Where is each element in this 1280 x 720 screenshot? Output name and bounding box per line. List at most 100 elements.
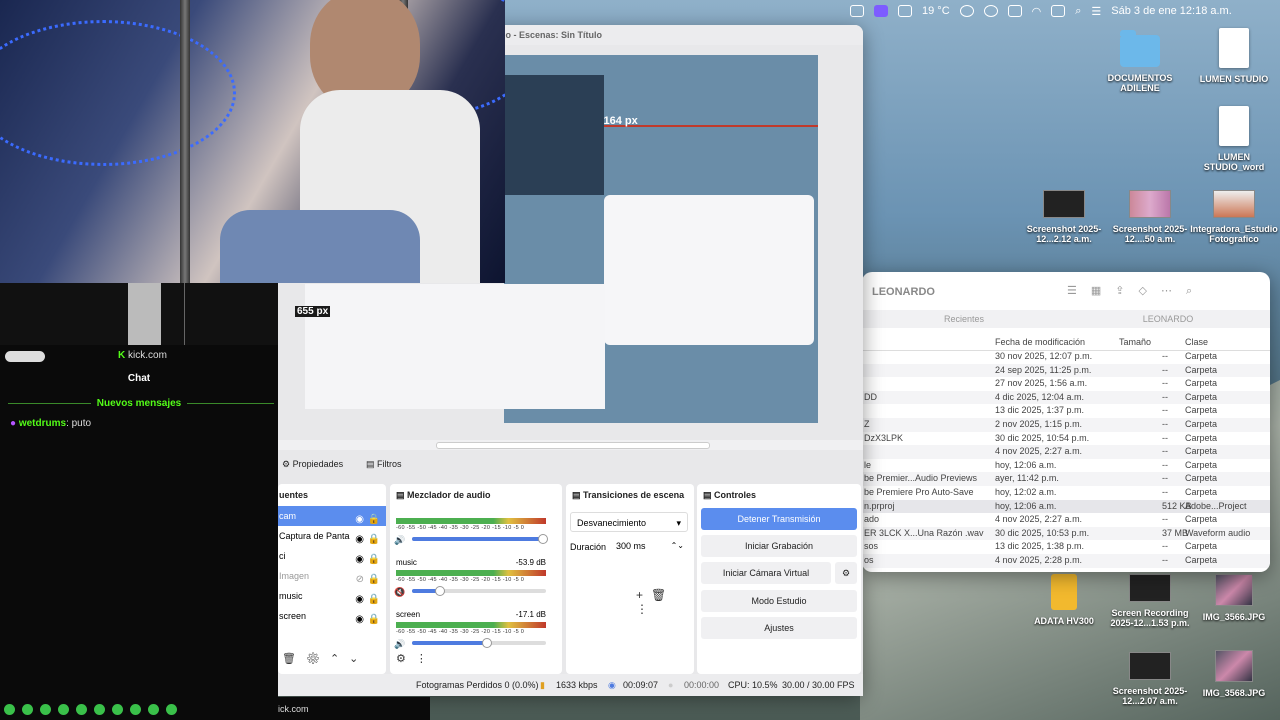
start-recording-button[interactable]: Iniciar Grabación	[701, 535, 857, 557]
table-row[interactable]: DD 4 dic 2025, 12:04 a.m. -- Carpeta	[862, 390, 1270, 405]
column-date[interactable]: Fecha de modificación	[995, 337, 1085, 347]
emote-icon[interactable]	[166, 704, 177, 715]
scrollbar-thumb[interactable]	[436, 442, 710, 449]
desktop-icon-img-3568[interactable]: IMG_3568.JPG	[1189, 650, 1279, 698]
trash-icon[interactable]: 🗑	[651, 588, 674, 602]
search-icon[interactable]: ⌕	[1075, 5, 1081, 18]
studio-mode-button[interactable]: Modo Estudio	[701, 590, 857, 612]
move-up-icon[interactable]: ⌃	[330, 653, 349, 665]
share-icon[interactable]: ⇪	[1115, 285, 1138, 297]
emote-icon[interactable]	[58, 704, 69, 715]
volume-knob[interactable]	[537, 534, 548, 544]
desktop-icon-screen-recording[interactable]: Screen Recording 2025-12...1.53 p.m.	[1105, 574, 1195, 628]
play-icon[interactable]	[983, 5, 998, 17]
table-row[interactable]: 27 nov 2025, 1:56 a.m. -- Carpeta	[862, 377, 1270, 391]
battery-icon[interactable]	[1051, 5, 1066, 17]
transition-select[interactable]: Desvanecimiento ▾	[570, 512, 688, 532]
table-row[interactable]: sos 13 dic 2025, 1:38 p.m. -- Carpeta	[862, 540, 1270, 554]
table-row[interactable]: n.prproj hoy, 12:06 a.m. 512 KB Adobe...Pro…	[862, 499, 1270, 514]
preview-scrollbar[interactable]	[278, 440, 863, 450]
table-row[interactable]: be Premiere Pro Auto-Save hoy, 12:02 a.m.…	[862, 486, 1270, 500]
table-row[interactable]: 24 sep 2025, 11:25 p.m. -- Carpeta	[862, 363, 1270, 378]
desktop-icon-integradora[interactable]: Integradora_Estudio Fotografico	[1189, 190, 1279, 244]
wifi-icon[interactable]: ◠	[1032, 5, 1042, 18]
volume-knob[interactable]	[434, 586, 445, 596]
desktop-icon-adata-drive[interactable]: ADATA HV300	[1019, 574, 1109, 626]
desktop-icon-screenshot-2[interactable]: Screenshot 2025-12....50 a.m.	[1105, 190, 1195, 244]
display-icon[interactable]	[1007, 5, 1022, 17]
table-row[interactable]: 4 nov 2025, 2:27 a.m. -- Carpeta	[862, 445, 1270, 459]
properties-button[interactable]: ⚙ Propiedades	[282, 459, 343, 470]
start-virtual-camera-button[interactable]: Iniciar Cámara Virtual	[701, 562, 831, 584]
tab-leonardo[interactable]: LEONARDO	[1066, 310, 1270, 328]
desktop-icon-img-3566[interactable]: IMG_3566.JPG	[1189, 574, 1279, 622]
volume-slider[interactable]	[412, 534, 548, 544]
volume-knob[interactable]	[481, 638, 492, 648]
table-row[interactable]: ER 3LCK X...Una Razón .wav 30 dic 2025, 1…	[862, 526, 1270, 541]
table-row[interactable]: ado 4 nov 2025, 2:27 a.m. -- Carpeta	[862, 513, 1270, 527]
speaker-icon[interactable]: 🔊	[394, 639, 405, 650]
settings-button[interactable]: Ajustes	[701, 617, 857, 639]
grammarly-icon[interactable]	[959, 5, 974, 17]
emote-icon[interactable]	[94, 704, 105, 715]
chat-toggle-button[interactable]	[5, 351, 45, 362]
filters-button[interactable]: ▤ Filtros	[366, 459, 402, 470]
add-icon[interactable]: +	[636, 588, 651, 602]
volume-slider[interactable]	[412, 586, 546, 596]
source-item[interactable]: music ◉ 🔒	[278, 586, 386, 606]
stepper-icon[interactable]: ⌃⌄	[671, 536, 684, 556]
screen-recording-icon[interactable]	[874, 5, 888, 17]
source-item[interactable]: cam ◉ 🔒	[278, 506, 386, 526]
grid-view-icon[interactable]: ▦	[1091, 285, 1115, 297]
remove-source-icon[interactable]: 🗑	[282, 653, 306, 665]
speaker-muted-icon[interactable]: 🔇	[394, 587, 405, 598]
media-icon[interactable]	[898, 5, 912, 17]
source-item[interactable]: screen ◉ 🔒	[278, 606, 386, 626]
search-icon[interactable]: ⌕	[1186, 285, 1206, 297]
chat-username[interactable]: wetdrums	[19, 418, 66, 429]
desktop-icon-lumen-studio[interactable]: LUMEN STUDIO	[1189, 28, 1279, 84]
more-icon[interactable]: ⋮	[636, 602, 656, 616]
virtual-camera-settings-icon[interactable]: ⚙	[835, 562, 857, 584]
desktop-icon-screenshot-1[interactable]: Screenshot 2025-12...2.12 a.m.	[1019, 190, 1109, 244]
user-switch-icon[interactable]	[850, 5, 864, 17]
stop-streaming-button[interactable]: Detener Transmisión	[701, 508, 857, 530]
desktop-icon-screenshot-3[interactable]: Screenshot 2025-12...2.07 a.m.	[1105, 652, 1195, 706]
lock-icon[interactable]: 🔒	[368, 610, 380, 630]
emote-icon[interactable]	[130, 704, 141, 715]
weather-readout[interactable]: 19 °C	[922, 5, 950, 17]
emote-icon[interactable]	[148, 704, 159, 715]
table-row[interactable]: Z 2 nov 2025, 1:15 p.m. -- Carpeta	[862, 418, 1270, 432]
source-settings-icon[interactable]: ⚙	[306, 653, 330, 665]
emote-icon[interactable]	[112, 704, 123, 715]
table-row[interactable]: le hoy, 12:06 a.m. -- Carpeta	[862, 459, 1270, 473]
table-row[interactable]: 30 nov 2025, 12:07 p.m. -- Carpeta	[862, 350, 1270, 364]
mixer-menu-icon[interactable]: ⋮	[416, 653, 437, 665]
column-size[interactable]: Tamaño	[1119, 337, 1151, 347]
source-item[interactable]: Captura de Panta ◉ 🔒	[278, 526, 386, 546]
more-icon[interactable]: ⋯	[1161, 285, 1186, 297]
emote-icon[interactable]	[4, 704, 15, 715]
table-row[interactable]: be Premier...Audio Previews ayer, 11:42 p…	[862, 472, 1270, 486]
emote-icon[interactable]	[40, 704, 51, 715]
desktop-icon-lumen-studio-word[interactable]: LUMEN STUDIO_word	[1189, 106, 1279, 172]
table-row[interactable]: 13 dic 2025, 1:37 p.m. -- Carpeta	[862, 404, 1270, 418]
advanced-audio-icon[interactable]: ⚙	[396, 653, 416, 665]
column-kind[interactable]: Clase	[1185, 337, 1208, 347]
move-down-icon[interactable]: ⌄	[349, 653, 368, 665]
list-view-icon[interactable]: ☰	[1067, 285, 1091, 297]
desktop-icon-documentos-adilene[interactable]: DOCUMENTOS ADILENE	[1095, 30, 1185, 93]
table-row[interactable]: DzX3LPK 30 dic 2025, 10:54 p.m. -- Carpeta	[862, 432, 1270, 446]
volume-slider[interactable]	[412, 638, 546, 648]
emote-icon[interactable]	[22, 704, 33, 715]
duration-spinbox[interactable]: 300 ms ⌃⌄	[610, 536, 688, 556]
tab-recientes[interactable]: Recientes	[862, 310, 1066, 328]
tag-icon[interactable]: ◇	[1139, 285, 1161, 297]
table-row[interactable]: os 4 nov 2025, 2:28 p.m. -- Carpeta	[862, 554, 1270, 568]
eye-icon[interactable]: ◉	[355, 610, 364, 630]
menubar-clock[interactable]: Sáb 3 de ene 12:18 a.m.	[1111, 5, 1231, 17]
control-center-icon[interactable]: ☰	[1091, 5, 1101, 18]
source-item[interactable]: Imagen ⊘ 🔒	[278, 566, 386, 586]
source-item[interactable]: ci ◉ 🔒	[278, 546, 386, 566]
speaker-icon[interactable]: 🔊	[394, 535, 405, 546]
